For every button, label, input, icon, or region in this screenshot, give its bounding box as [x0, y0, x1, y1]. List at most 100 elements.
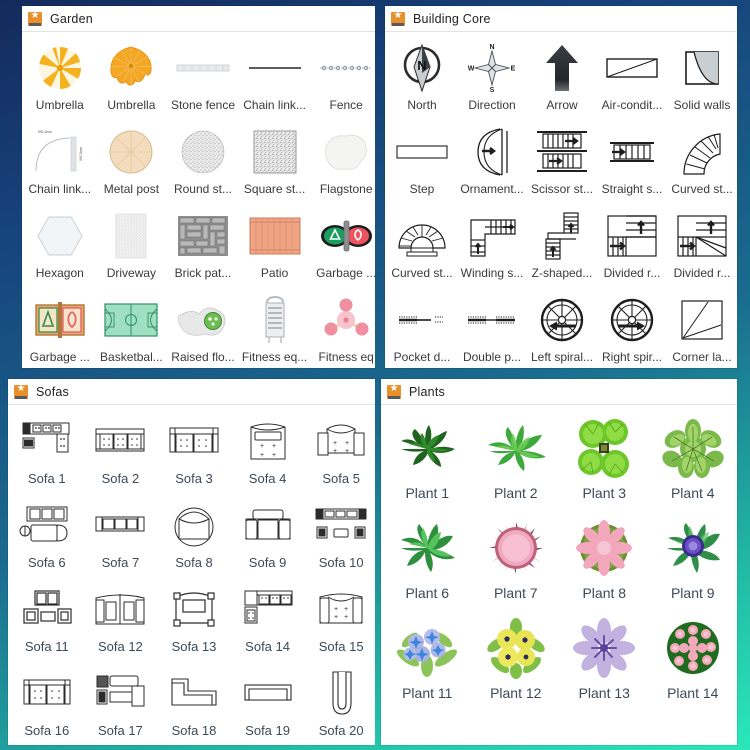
library-item[interactable]: + + + + Sofa 15: [304, 579, 375, 663]
library-item[interactable]: Step: [387, 122, 457, 206]
library-item[interactable]: Winding s...: [457, 206, 527, 290]
library-item[interactable]: Garbage ...: [310, 206, 375, 290]
library-item[interactable]: Sofa 16: [10, 663, 84, 745]
library-item[interactable]: Scissor st...: [527, 122, 597, 206]
library-item-label: Curved st...: [671, 182, 733, 196]
library-item[interactable]: Sofa 14: [231, 579, 305, 663]
library-item[interactable]: Basketbal...: [96, 290, 168, 368]
sofa-loveseat-icon: [231, 499, 305, 551]
library-item[interactable]: Chain link...: [239, 38, 311, 122]
library-item[interactable]: 992.2mm 992.2mm Chain link...: [24, 122, 96, 206]
library-item[interactable]: Ornament...: [457, 122, 527, 206]
quadrant-sofas: Sofas: [0, 375, 375, 750]
library-item[interactable]: Square st...: [239, 122, 311, 206]
favorites-star-icon: [28, 9, 42, 26]
library-item[interactable]: Curved st...: [667, 122, 737, 206]
library-item[interactable]: Sofa 2: [84, 411, 158, 495]
library-item[interactable]: Umbrella: [24, 38, 96, 122]
library-item[interactable]: Double p...: [457, 290, 527, 368]
library-item[interactable]: Plant 3: [560, 411, 649, 511]
library-item[interactable]: Sofa 6: [10, 495, 84, 579]
library-item[interactable]: Sofa 3: [157, 411, 231, 495]
library-item[interactable]: Metal post: [96, 122, 168, 206]
library-item[interactable]: + + + + Sofa 4: [231, 411, 305, 495]
plant-fan-cluster-icon: [560, 415, 649, 481]
library-item[interactable]: Sofa 1: [10, 411, 84, 495]
library-item[interactable]: Plant 13: [560, 611, 649, 711]
library-item-label: Straight s...: [601, 182, 663, 196]
north-letter: N: [417, 58, 426, 73]
library-item[interactable]: Sofa 13: [157, 579, 231, 663]
library-item[interactable]: Fitness eq...: [239, 290, 311, 368]
library-item[interactable]: Z-shaped...: [527, 206, 597, 290]
library-item[interactable]: Fence: [310, 38, 375, 122]
library-item[interactable]: Plant 12: [472, 611, 561, 711]
library-item[interactable]: Sofa 9: [231, 495, 305, 579]
library-item[interactable]: Brick pat...: [167, 206, 239, 290]
library-item[interactable]: Pocket d...: [387, 290, 457, 368]
quadrant-building-core: Building Core N North: [375, 0, 750, 375]
panel-garden[interactable]: Garden: [22, 6, 375, 368]
library-item[interactable]: Flagstone: [310, 122, 375, 206]
library-item[interactable]: Stone fence: [167, 38, 239, 122]
library-item[interactable]: Sofa 20: [304, 663, 375, 745]
library-item[interactable]: Corner la...: [667, 290, 737, 368]
library-item[interactable]: Plant 2: [472, 411, 561, 511]
metal-post-round-icon: [96, 126, 168, 178]
library-item[interactable]: Arrow: [527, 38, 597, 122]
raised-flower-bed-icon: [167, 294, 239, 346]
library-item[interactable]: Curved st...: [387, 206, 457, 290]
library-item[interactable]: Plant 4: [649, 411, 738, 511]
library-item[interactable]: Straight s...: [597, 122, 667, 206]
panel-garden-titlebar[interactable]: Garden: [22, 6, 375, 32]
library-item[interactable]: Divided r...: [597, 206, 667, 290]
library-item[interactable]: Fitness eq: [310, 290, 375, 368]
library-item[interactable]: Left spiral...: [527, 290, 597, 368]
library-item-label: Air-condit...: [601, 98, 663, 112]
library-item[interactable]: N E S W Direction: [457, 38, 527, 122]
library-item[interactable]: Sofa 18: [157, 663, 231, 745]
library-item-label: Stone fence: [170, 98, 236, 112]
panel-plants[interactable]: Plants Plant 1: [381, 379, 737, 745]
favorites-star-icon: [387, 382, 401, 399]
library-item[interactable]: Sofa 7: [84, 495, 158, 579]
library-item[interactable]: Sofa 12: [84, 579, 158, 663]
library-item[interactable]: Raised flo...: [167, 290, 239, 368]
library-item[interactable]: Hexagon: [24, 206, 96, 290]
library-item[interactable]: Plant 7: [472, 511, 561, 611]
library-item[interactable]: Plant 11: [383, 611, 472, 711]
library-item[interactable]: Sofa 11: [10, 579, 84, 663]
library-item[interactable]: Sofa 17: [84, 663, 158, 745]
corner-landing-icon: [667, 294, 737, 346]
library-item[interactable]: + + + + Sofa 5: [304, 411, 375, 495]
quadrant-plants: Plants Plant 1: [375, 375, 750, 750]
library-item-label: Sofa 7: [101, 555, 140, 570]
panel-plants-titlebar[interactable]: Plants: [381, 379, 737, 405]
library-item[interactable]: Plant 9: [649, 511, 738, 611]
library-item[interactable]: Plant 1: [383, 411, 472, 511]
library-item[interactable]: Right spir...: [597, 290, 667, 368]
panel-sofas[interactable]: Sofas: [8, 379, 375, 745]
library-item[interactable]: Plant 8: [560, 511, 649, 611]
library-item[interactable]: Air-condit...: [597, 38, 667, 122]
svg-text:+: +: [334, 606, 338, 613]
library-item-label: Plant 3: [582, 485, 627, 501]
panel-building-core-titlebar[interactable]: Building Core: [385, 6, 737, 32]
library-item[interactable]: N North: [387, 38, 457, 122]
straight-stair-icon: [597, 126, 667, 178]
library-item[interactable]: Solid walls: [667, 38, 737, 122]
library-item[interactable]: Garbage ...: [24, 290, 96, 368]
library-item[interactable]: Umbrella: [96, 38, 168, 122]
library-item-label: Step: [409, 182, 435, 196]
panel-building-core[interactable]: Building Core N North: [385, 6, 737, 368]
library-item[interactable]: Round st...: [167, 122, 239, 206]
panel-sofas-titlebar[interactable]: Sofas: [8, 379, 375, 405]
library-item[interactable]: Plant 6: [383, 511, 472, 611]
library-item[interactable]: Sofa 10: [304, 495, 375, 579]
library-item[interactable]: Driveway: [96, 206, 168, 290]
library-item[interactable]: Sofa 8: [157, 495, 231, 579]
library-item[interactable]: Sofa 19: [231, 663, 305, 745]
library-item[interactable]: Patio: [239, 206, 311, 290]
library-item[interactable]: Plant 14: [649, 611, 738, 711]
library-item[interactable]: Divided r...: [667, 206, 737, 290]
